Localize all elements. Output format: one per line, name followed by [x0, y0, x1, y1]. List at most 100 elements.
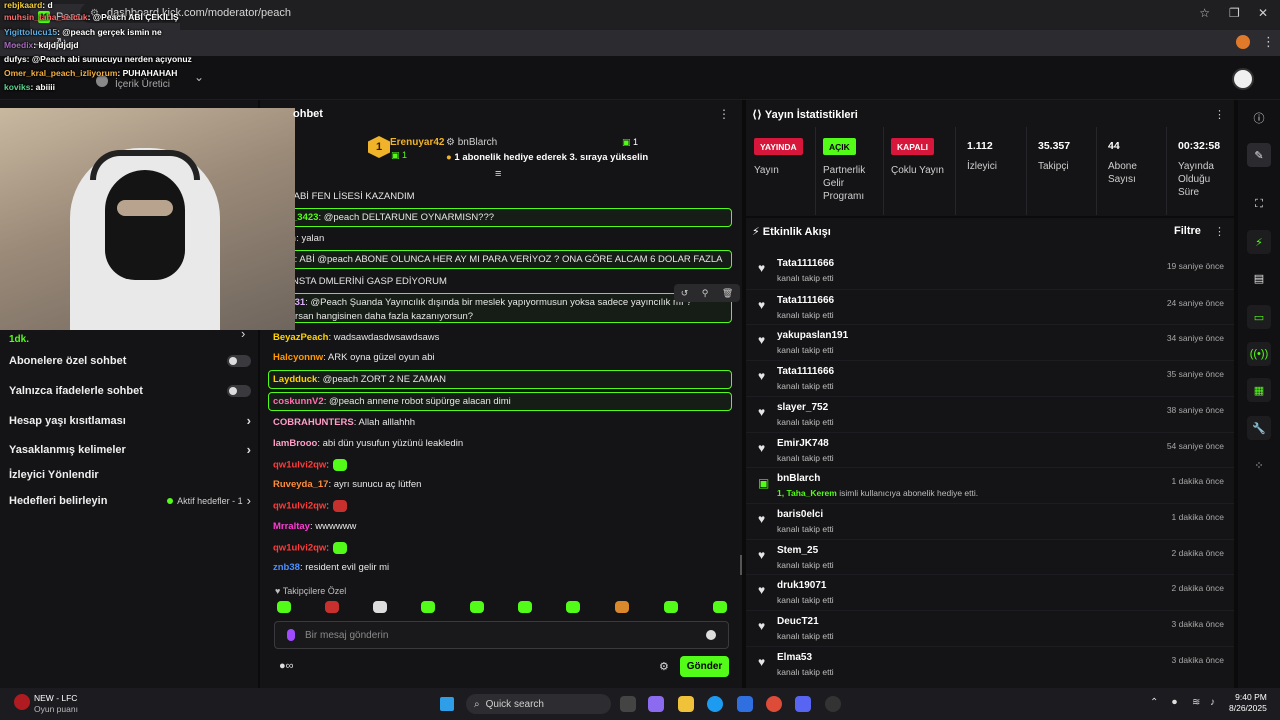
volume-icon[interactable]: ♪	[1210, 697, 1215, 708]
emote-icon[interactable]	[470, 601, 484, 613]
channel-switch-chevron-icon[interactable]: ⌄	[194, 70, 204, 84]
taskbar-search[interactable]: ⌕ Quick search	[466, 694, 611, 714]
feed-item[interactable]: ♥ Tata1111666 kanalı takip etti 24 saniye ö…	[746, 288, 1234, 325]
chat-scrollbar[interactable]	[740, 555, 742, 575]
feed-username[interactable]: slayer_752	[777, 402, 828, 413]
reply-icon[interactable]: ↺	[681, 288, 689, 299]
feed-username[interactable]: druk19071	[777, 580, 826, 591]
feed-item[interactable]: ♥ Tata1111666 kanalı takip etti 35 saniye ö…	[746, 360, 1234, 396]
banned-words-row[interactable]: Yasaklanmış kelimeler ›	[9, 442, 251, 457]
feed-item[interactable]: ♥ druk19071 kanalı takip etti 2 dakika önce	[746, 574, 1234, 610]
feed-filter-button[interactable]: Filtre	[1174, 225, 1201, 237]
feed-item[interactable]: ♥ DeucT21 kanalı takip etti 3 dakika önce	[746, 610, 1234, 646]
feed-username[interactable]: DeucT21	[777, 616, 819, 627]
chat-username[interactable]: coskunnV2	[273, 396, 324, 407]
user-avatar[interactable]	[1232, 68, 1254, 90]
delete-icon[interactable]: 🗑	[722, 288, 733, 299]
tray-chevron-icon[interactable]: ⌃	[1150, 697, 1158, 708]
browser-menu-icon[interactable]: ⋮	[1262, 34, 1275, 50]
feed-username[interactable]: Tata1111666	[777, 258, 834, 269]
task-view-icon[interactable]	[620, 696, 636, 712]
chat-message[interactable]: Mrraltay: wwwwww	[273, 521, 356, 532]
store-icon[interactable]	[737, 696, 753, 712]
chat-username[interactable]: Halcyonnw	[273, 352, 323, 363]
chat-message[interactable]: lip: İNSTA DMLERİNİ GASP EDİYORUM	[273, 276, 447, 287]
info-icon[interactable]: ⓘ	[1247, 106, 1271, 130]
copilot-icon[interactable]	[648, 696, 664, 712]
emotes-only-toggle[interactable]	[227, 385, 251, 397]
chat-message[interactable]: ates_3423: @peach DELTARUNE OYNARMISN???	[273, 212, 494, 223]
microphone-icon[interactable]	[287, 629, 295, 641]
chat-message[interactable]: qw1ulvi2qw:	[273, 542, 347, 554]
obs-icon[interactable]	[825, 696, 841, 712]
pin-icon[interactable]: ⚲	[702, 288, 709, 299]
chat-message[interactable]: tharr31: @Peach Şuanda Yayıncılık dışınd…	[273, 297, 692, 308]
browser-profile-icon[interactable]	[1236, 35, 1250, 49]
wrench-icon[interactable]: 🔧	[1247, 416, 1271, 440]
edit-pencil-icon[interactable]: ✎	[1247, 143, 1271, 167]
emote-icon[interactable]	[373, 601, 387, 613]
chrome-icon[interactable]	[766, 696, 782, 712]
account-age-row[interactable]: Hesap yaşı kısıtlaması ›	[9, 413, 251, 428]
emote-icon[interactable]	[713, 601, 727, 613]
layout-icon[interactable]: ▦	[1247, 378, 1271, 402]
feed-item[interactable]: ♥ baris0elci kanalı takip etti 1 dakika önc…	[746, 502, 1234, 539]
chat-message[interactable]: COBRAHUNTERS: Allah alllahhh	[273, 417, 415, 428]
send-button[interactable]: Gönder	[680, 656, 729, 677]
feed-username[interactable]: Tata1111666	[777, 366, 834, 377]
chat-username[interactable]: qw1ulvi2qw	[273, 460, 326, 471]
sports-widget-icon[interactable]	[14, 694, 30, 710]
emote-icon[interactable]	[277, 601, 291, 613]
second-gifter-name[interactable]: ⚙ bnBlarch	[446, 137, 497, 148]
feed-item[interactable]: ♥ Stem_25 kanalı takip etti 2 dakika önce	[746, 538, 1234, 575]
chat-username[interactable]: Ruveyda_17	[273, 479, 328, 490]
host-viewers-row[interactable]: İzleyici Yönlendir	[9, 469, 251, 481]
feed-username[interactable]: Stem_25	[777, 545, 818, 556]
emoji-picker-icon[interactable]	[706, 630, 716, 640]
fullscreen-icon[interactable]: ⛶	[1247, 192, 1271, 216]
feed-item[interactable]: ♥ Elma53 kanalı takip etti 3 dakika önce	[746, 645, 1234, 682]
emote-icon[interactable]	[325, 601, 339, 613]
windows-start-icon[interactable]	[440, 697, 454, 711]
wifi-icon[interactable]: ≋	[1192, 697, 1200, 708]
feed-username[interactable]: EmirJK748	[777, 438, 829, 449]
chat-message[interactable]: coskunnV2: @peach annene robot süpürge a…	[273, 396, 511, 407]
chat-message[interactable]: znb38: resident evil gelir mi	[273, 562, 389, 573]
feed-item[interactable]: ♥ EmirJK748 kanalı takip etti 54 saniye önc…	[746, 431, 1234, 468]
chat-message[interactable]: Ruveyda_17: ayrı sunucu aç lütfen	[273, 479, 421, 490]
chat-message[interactable]: Laydduck: @peach ZORT 2 NE ZAMAN	[273, 374, 446, 385]
feed-username[interactable]: bnBlarch	[777, 473, 820, 484]
chat-settings-gear-icon[interactable]: ⚙	[659, 660, 669, 673]
emote-icon[interactable]	[518, 601, 532, 613]
chat-message[interactable]: qw1ulvi2qw:	[273, 500, 347, 512]
maximize-icon[interactable]: ❐	[1229, 6, 1240, 20]
apps-icon[interactable]: ⁘	[1247, 453, 1271, 477]
chat-message[interactable]: _CIK: ABİ @peach ABONE OLUNCA HER AY MI …	[273, 254, 722, 265]
emote-icon[interactable]	[615, 601, 629, 613]
feed-username[interactable]: Tata1111666	[777, 295, 834, 306]
chat-username[interactable]: IamBrooo	[273, 438, 317, 449]
discord-icon[interactable]	[795, 696, 811, 712]
microphone-tray-icon[interactable]: ⏺	[1172, 697, 1177, 708]
url-field[interactable]: ⚙ dashboard.kick.com/moderator/peach ☆	[80, 3, 1220, 23]
expand-leaderboard-icon[interactable]: ≡	[495, 168, 501, 180]
chat-message[interactable]: Halcyonnw: ARK oyna güzel oyun abi	[273, 352, 435, 363]
emote-icon[interactable]	[566, 601, 580, 613]
chat-message[interactable]: IamBrooo: abi dün yusufun yüzünü leakled…	[273, 438, 463, 449]
chat-username[interactable]: znb38	[273, 562, 300, 573]
chat-username[interactable]: Laydduck	[273, 374, 317, 385]
chat-bubble-icon[interactable]: ▭	[1247, 305, 1271, 329]
chat-username[interactable]: Mrraltay	[273, 521, 310, 532]
sports-widget[interactable]: NEW - LFC Oyun puanı	[34, 693, 78, 715]
stats-menu-icon[interactable]: ⋮	[1214, 108, 1225, 121]
lightning-icon[interactable]: ⚡	[1247, 230, 1271, 254]
close-window-icon[interactable]: ✕	[1258, 6, 1268, 20]
chat-username[interactable]: qw1ulvi2qw	[273, 543, 326, 554]
chat-menu-icon[interactable]: ⋮	[718, 107, 730, 121]
edge-icon[interactable]	[707, 696, 723, 712]
document-icon[interactable]: ▤	[1247, 266, 1271, 290]
top-gifter-name[interactable]: Erenuyar42	[390, 137, 444, 148]
chat-username[interactable]: BeyazPeach	[273, 332, 328, 343]
subscribers-only-toggle[interactable]	[227, 355, 251, 367]
chat-username[interactable]: qw1ulvi2qw	[273, 501, 326, 512]
